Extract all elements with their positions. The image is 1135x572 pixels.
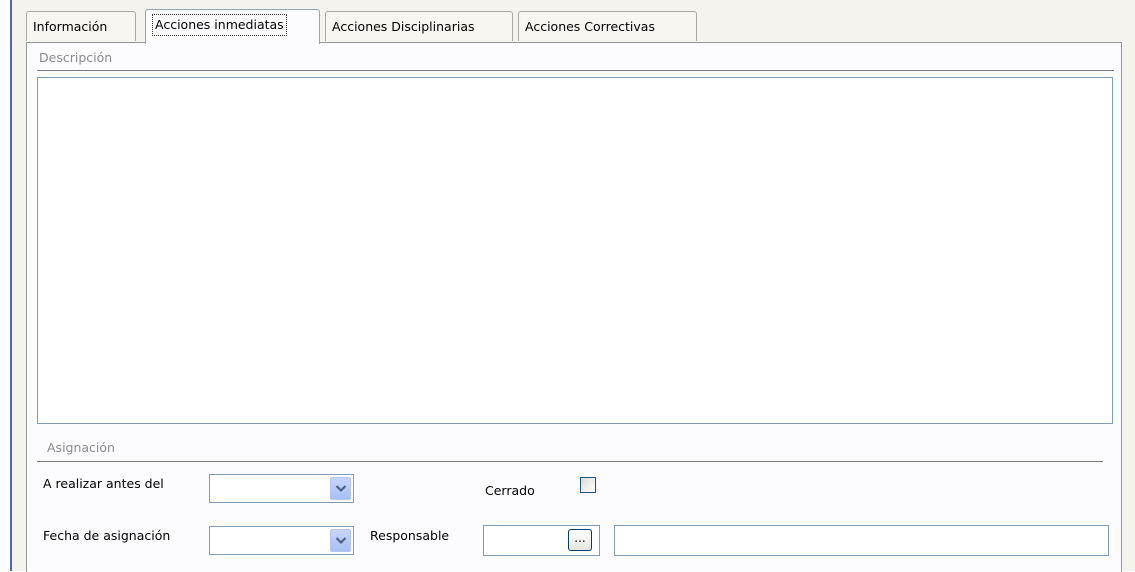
descripcion-divider xyxy=(37,70,1114,71)
cerrado-checkbox[interactable] xyxy=(580,477,596,493)
realizar-antes-dropdown-button[interactable] xyxy=(330,477,351,500)
tab-acciones-inmediatas-label: Acciones inmediatas xyxy=(152,14,287,36)
tab-informacion-label: Información xyxy=(33,19,108,34)
tab-acciones-correctivas[interactable]: Acciones Correctivas xyxy=(518,11,697,41)
realizar-antes-label: A realizar antes del xyxy=(43,476,164,491)
responsable-name-field[interactable] xyxy=(614,525,1109,556)
realizar-antes-date-picker[interactable] xyxy=(209,474,354,503)
tab-acciones-correctivas-label: Acciones Correctivas xyxy=(525,19,655,34)
descripcion-textarea[interactable] xyxy=(37,77,1113,424)
chevron-down-icon xyxy=(335,485,347,493)
chevron-down-icon xyxy=(335,537,347,545)
tab-acciones-inmediatas[interactable]: Acciones inmediatas xyxy=(145,9,320,44)
asignacion-divider xyxy=(37,461,1103,462)
fecha-asignacion-dropdown-button[interactable] xyxy=(330,529,351,552)
fecha-asignacion-date-picker[interactable] xyxy=(209,526,354,555)
asignacion-legend: Asignación xyxy=(47,440,115,455)
responsable-lookup-button[interactable]: ... xyxy=(568,529,592,551)
descripcion-legend: Descripción xyxy=(39,50,113,65)
fecha-asignacion-label: Fecha de asignación xyxy=(43,528,171,543)
tab-informacion[interactable]: Información xyxy=(26,11,136,41)
tab-acciones-disciplinarias-label: Acciones Disciplinarias xyxy=(332,19,475,34)
responsable-label: Responsable xyxy=(370,528,450,543)
tab-acciones-disciplinarias[interactable]: Acciones Disciplinarias xyxy=(325,11,513,41)
cerrado-label: Cerrado xyxy=(485,483,535,498)
